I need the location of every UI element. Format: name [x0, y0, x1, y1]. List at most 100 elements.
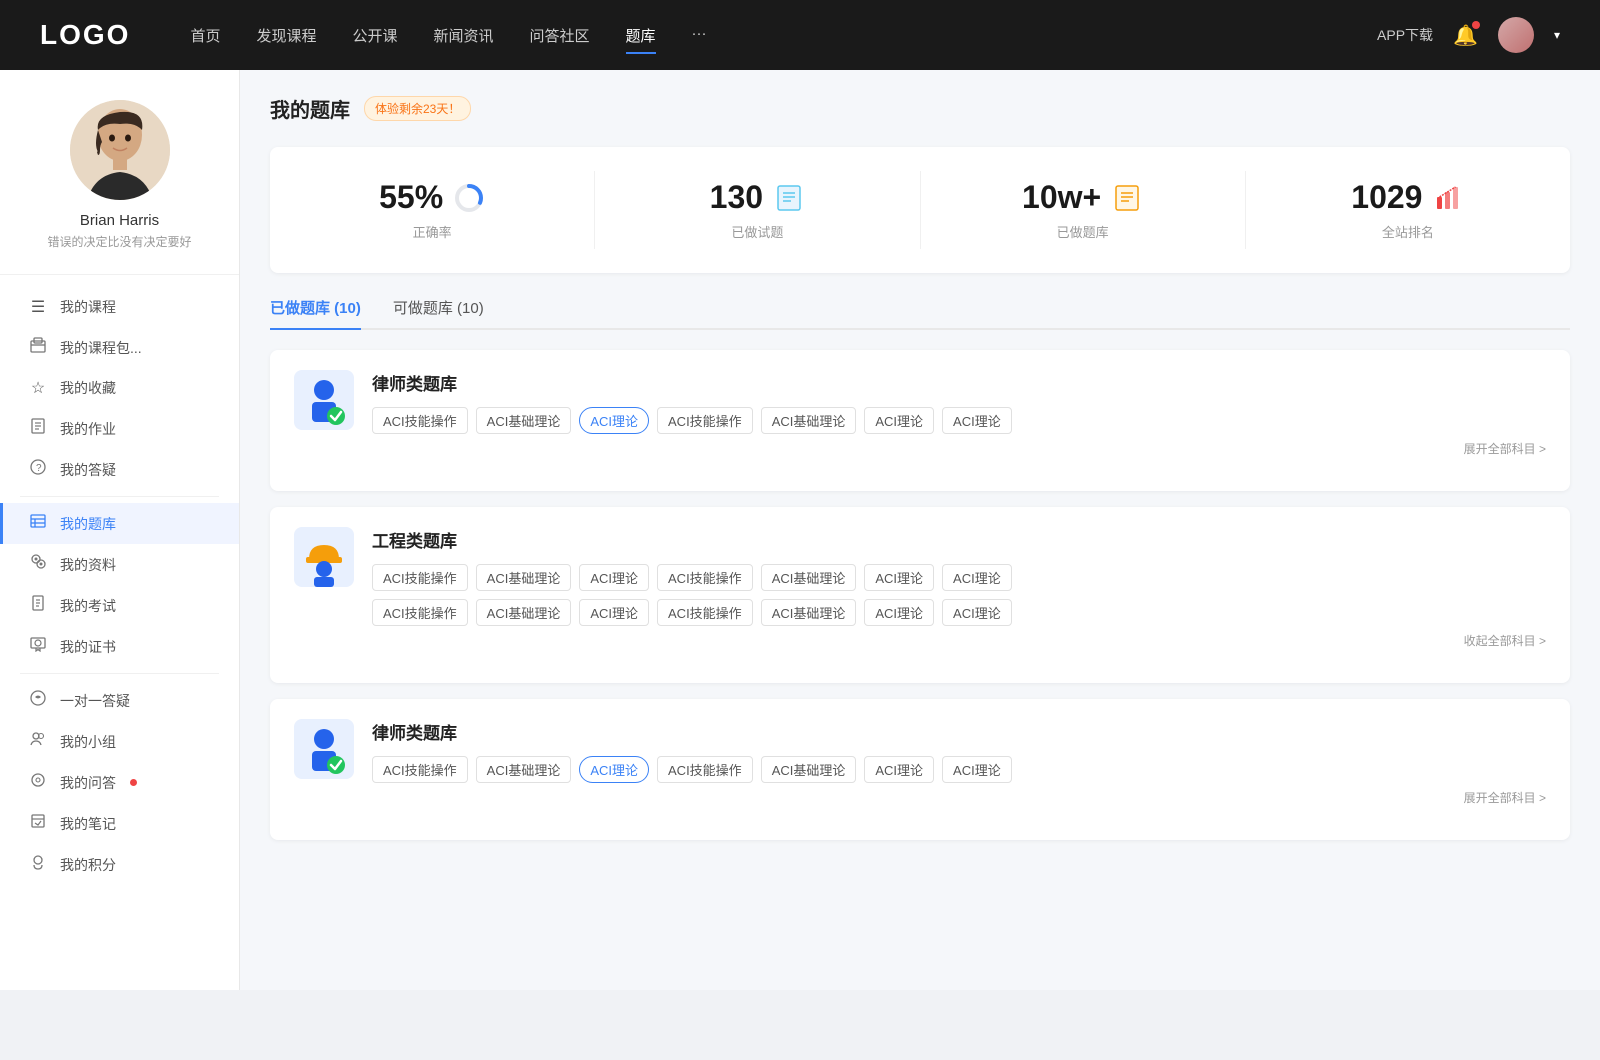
sidebar-item-group[interactable]: 我的小组 — [0, 721, 239, 762]
eng-tag2-4[interactable]: ACI基础理论 — [761, 599, 857, 626]
lawyer-icon — [294, 370, 354, 430]
sidebar-label-favorites: 我的收藏 — [60, 378, 116, 398]
bank-card-engineer-content: 工程类题库 ACI技能操作 ACI基础理论 ACI理论 ACI技能操作 ACI基… — [372, 527, 1546, 649]
stat-ranking-value: 1029 — [1351, 179, 1422, 216]
sidebar-item-one-on-one[interactable]: 一对一答疑 — [0, 680, 239, 721]
sidebar-item-points[interactable]: 我的积分 — [0, 844, 239, 885]
sidebar-label-exam: 我的考试 — [60, 596, 116, 616]
course-icon: ☰ — [28, 297, 48, 317]
avatar-image — [1498, 17, 1534, 53]
tab-done-banks[interactable]: 已做题库 (10) — [270, 297, 361, 328]
eng-tag-2[interactable]: ACI理论 — [579, 564, 649, 591]
nav-more[interactable]: ··· — [692, 25, 707, 46]
sidebar-item-qa[interactable]: ? 我的答疑 — [0, 449, 239, 490]
notification-bell[interactable]: 🔔 — [1453, 23, 1478, 48]
nav-discover[interactable]: 发现课程 — [256, 25, 316, 46]
bank-card-lawyer-2-content: 律师类题库 ACI技能操作 ACI基础理论 ACI理论 ACI技能操作 ACI基… — [372, 719, 1546, 806]
tag-4[interactable]: ACI基础理论 — [761, 407, 857, 434]
nav-news[interactable]: 新闻资讯 — [434, 25, 494, 46]
nav-open-course[interactable]: 公开课 — [352, 25, 397, 46]
l2-tag-4[interactable]: ACI基础理论 — [761, 756, 857, 783]
bank-card-engineer-title: 工程类题库 — [372, 527, 1546, 552]
tabs-row: 已做题库 (10) 可做题库 (10) — [270, 297, 1570, 330]
eng-tag-1[interactable]: ACI基础理论 — [476, 564, 572, 591]
eng-tag-0[interactable]: ACI技能操作 — [372, 564, 468, 591]
homework-icon — [28, 418, 48, 439]
nav-question-bank[interactable]: 题库 — [626, 25, 656, 46]
sidebar: Brian Harris 错误的决定比没有决定要好 ☰ 我的课程 我的课程包..… — [0, 70, 240, 990]
eng-tag-3[interactable]: ACI技能操作 — [657, 564, 753, 591]
accuracy-donut-icon — [453, 182, 485, 214]
notes-icon — [28, 813, 48, 834]
sidebar-item-homework[interactable]: 我的作业 — [0, 408, 239, 449]
sidebar-label-notes: 我的笔记 — [60, 814, 116, 834]
l2-tag-2-active[interactable]: ACI理论 — [579, 756, 649, 783]
page-header: 我的题库 体验剩余23天！ — [270, 94, 1570, 123]
eng-tag2-3[interactable]: ACI技能操作 — [657, 599, 753, 626]
star-icon: ☆ — [28, 378, 48, 398]
tag-6[interactable]: ACI理论 — [942, 407, 1012, 434]
stat-done-banks-value-row: 10w+ — [1022, 179, 1143, 216]
stats-row: 55% 正确率 130 — [270, 147, 1570, 273]
user-name: Brian Harris — [80, 212, 159, 229]
eng-tag2-0[interactable]: ACI技能操作 — [372, 599, 468, 626]
l2-tag-3[interactable]: ACI技能操作 — [657, 756, 753, 783]
app-download-button[interactable]: APP下载 — [1377, 25, 1433, 45]
eng-tag2-5[interactable]: ACI理论 — [864, 599, 934, 626]
sidebar-item-my-data[interactable]: 我的资料 — [0, 544, 239, 585]
my-qa-icon — [28, 772, 48, 793]
eng-tag-6[interactable]: ACI理论 — [942, 564, 1012, 591]
svg-text:?: ? — [36, 463, 42, 474]
expand-link-3[interactable]: 展开全部科目 > — [372, 789, 1546, 806]
tag-5[interactable]: ACI理论 — [864, 407, 934, 434]
eng-tag-5[interactable]: ACI理论 — [864, 564, 934, 591]
tag-2-active[interactable]: ACI理论 — [579, 407, 649, 434]
sidebar-label-points: 我的积分 — [60, 855, 116, 875]
stat-accuracy: 55% 正确率 — [270, 171, 595, 249]
sidebar-item-exam[interactable]: 我的考试 — [0, 585, 239, 626]
nav-home[interactable]: 首页 — [190, 25, 220, 46]
tag-1[interactable]: ACI基础理论 — [476, 407, 572, 434]
nav-right-area: APP下载 🔔 ▾ — [1377, 17, 1560, 53]
sidebar-item-certificate[interactable]: 我的证书 — [0, 626, 239, 667]
sidebar-label-group: 我的小组 — [60, 732, 116, 752]
l2-tag-0[interactable]: ACI技能操作 — [372, 756, 468, 783]
sidebar-label-question-bank: 我的题库 — [60, 514, 116, 534]
sidebar-item-notes[interactable]: 我的笔记 — [0, 803, 239, 844]
user-avatar-nav[interactable] — [1498, 17, 1534, 53]
bank-card-lawyer-1-tags: ACI技能操作 ACI基础理论 ACI理论 ACI技能操作 ACI基础理论 AC… — [372, 407, 1546, 434]
bank-card-lawyer-1: 律师类题库 ACI技能操作 ACI基础理论 ACI理论 ACI技能操作 ACI基… — [270, 350, 1570, 491]
sidebar-item-my-qa[interactable]: 我的问答 — [0, 762, 239, 803]
bank-card-lawyer-2-header: 律师类题库 ACI技能操作 ACI基础理论 ACI理论 ACI技能操作 ACI基… — [294, 719, 1546, 806]
eng-tag2-2[interactable]: ACI理论 — [579, 599, 649, 626]
package-icon — [28, 337, 48, 358]
sidebar-item-my-course[interactable]: ☰ 我的课程 — [0, 287, 239, 327]
eng-tag2-1[interactable]: ACI基础理论 — [476, 599, 572, 626]
sidebar-label-homework: 我的作业 — [60, 419, 116, 439]
group-icon — [28, 731, 48, 752]
sidebar-item-question-bank[interactable]: 我的题库 — [0, 503, 239, 544]
collapse-link-engineer[interactable]: 收起全部科目 > — [372, 632, 1546, 649]
sidebar-item-favorites[interactable]: ☆ 我的收藏 — [0, 368, 239, 408]
eng-tag-4[interactable]: ACI基础理论 — [761, 564, 857, 591]
nav-qa[interactable]: 问答社区 — [530, 25, 590, 46]
l2-tag-6[interactable]: ACI理论 — [942, 756, 1012, 783]
points-icon — [28, 854, 48, 875]
note-blue-icon — [773, 182, 805, 214]
user-dropdown-arrow[interactable]: ▾ — [1554, 28, 1560, 42]
sidebar-label-one-on-one: 一对一答疑 — [60, 691, 130, 711]
l2-tag-1[interactable]: ACI基础理论 — [476, 756, 572, 783]
eng-tag2-6[interactable]: ACI理论 — [942, 599, 1012, 626]
sidebar-label-my-qa: 我的问答 — [60, 773, 116, 793]
l2-tag-5[interactable]: ACI理论 — [864, 756, 934, 783]
sidebar-item-course-package[interactable]: 我的课程包... — [0, 327, 239, 368]
trial-badge: 体验剩余23天！ — [364, 96, 471, 121]
expand-link-1[interactable]: 展开全部科目 > — [372, 440, 1546, 457]
bank-card-engineer-header: 工程类题库 ACI技能操作 ACI基础理论 ACI理论 ACI技能操作 ACI基… — [294, 527, 1546, 649]
page-body: Brian Harris 错误的决定比没有决定要好 ☰ 我的课程 我的课程包..… — [0, 70, 1600, 990]
tab-available-banks[interactable]: 可做题库 (10) — [393, 297, 484, 328]
tag-0[interactable]: ACI技能操作 — [372, 407, 468, 434]
stat-done-questions-value-row: 130 — [710, 179, 805, 216]
stat-done-questions-label: 已做试题 — [731, 222, 783, 241]
tag-3[interactable]: ACI技能操作 — [657, 407, 753, 434]
